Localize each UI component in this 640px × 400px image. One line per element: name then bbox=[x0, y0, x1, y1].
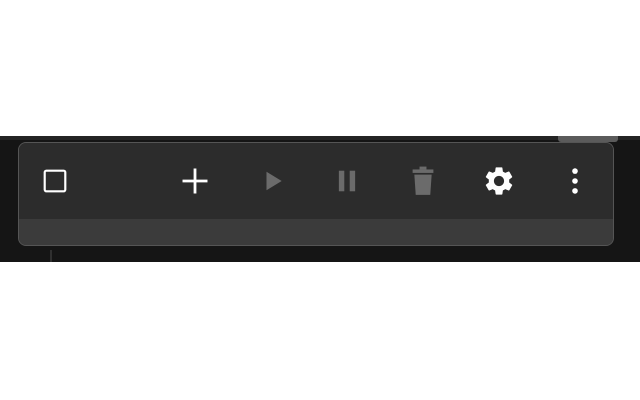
gear-icon bbox=[485, 167, 513, 195]
toolbar bbox=[18, 142, 614, 246]
trash-icon bbox=[412, 166, 434, 195]
toolbar-footer bbox=[19, 219, 613, 245]
plus-icon bbox=[182, 168, 208, 194]
settings-button[interactable] bbox=[479, 161, 519, 201]
play-icon bbox=[266, 171, 282, 191]
delete-button[interactable] bbox=[403, 161, 443, 201]
play-button[interactable] bbox=[253, 161, 293, 201]
select-all-checkbox[interactable] bbox=[35, 161, 75, 201]
toolbar-row bbox=[19, 143, 613, 219]
strip-edge-line bbox=[0, 136, 640, 140]
pause-icon bbox=[338, 170, 356, 192]
add-button[interactable] bbox=[175, 161, 215, 201]
pause-button[interactable] bbox=[327, 161, 367, 201]
more-options-button[interactable] bbox=[555, 161, 595, 201]
checkbox-outline-icon bbox=[43, 169, 67, 193]
more-vertical-icon bbox=[572, 168, 578, 194]
strip-divider bbox=[50, 250, 52, 262]
